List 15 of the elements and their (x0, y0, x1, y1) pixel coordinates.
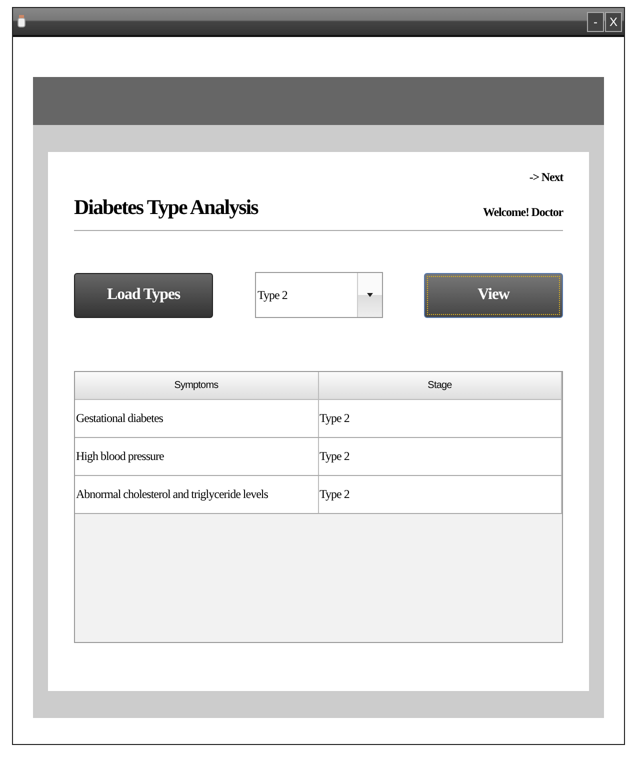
caret-icon (366, 293, 372, 297)
table-cell: High blood pressure (75, 438, 318, 475)
table-cell: Type 2 (318, 400, 562, 437)
window-control-button[interactable]: - (587, 12, 604, 32)
table-cell: Abnormal cholesterol and triglyceride levels (75, 476, 318, 513)
next-link[interactable]: -> Next (529, 170, 563, 185)
load-types-button[interactable]: Load Types (74, 272, 213, 318)
table-cell: Gestational diabetes (75, 400, 318, 437)
page-title: Diabetes Type Analysis (74, 195, 258, 220)
table-cell: Type 2 (318, 476, 562, 513)
table-cell: Type 2 (318, 438, 562, 475)
type-dropdown[interactable]: Type 2 (254, 272, 382, 318)
welcome-text: Welcome! Doctor (483, 205, 563, 220)
view-button[interactable]: View (424, 272, 563, 318)
window-control-button[interactable]: X (605, 12, 622, 32)
